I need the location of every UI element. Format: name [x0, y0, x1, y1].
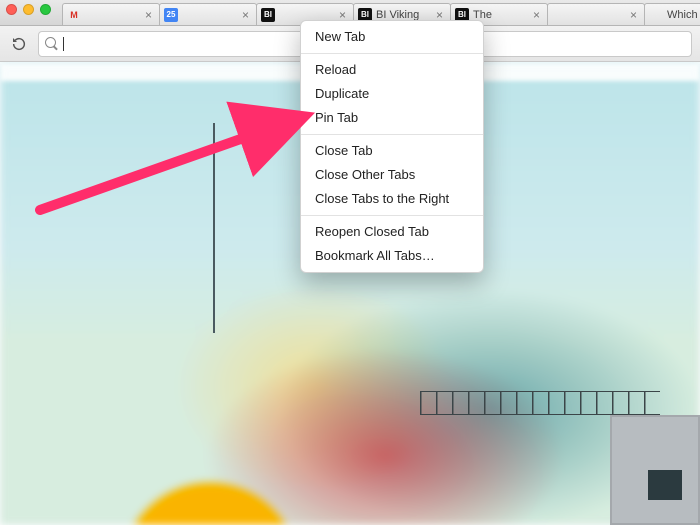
search-icon: [45, 37, 59, 51]
menu-item-pin-tab[interactable]: Pin Tab: [301, 106, 483, 130]
tab-5[interactable]: ×: [547, 3, 645, 25]
reload-button[interactable]: [8, 33, 30, 55]
traffic-zoom-icon[interactable]: [40, 4, 51, 15]
tab-context-menu: New Tab Reload Duplicate Pin Tab Close T…: [300, 20, 484, 273]
menu-separator: [301, 53, 483, 54]
gmail-icon: M: [67, 8, 81, 22]
menu-item-bookmark-all[interactable]: Bookmark All Tabs…: [301, 244, 483, 268]
reload-icon: [11, 36, 27, 52]
tab-title: The: [473, 9, 531, 21]
page-icon: [552, 8, 566, 22]
bi-icon: BI: [261, 8, 275, 22]
traffic-minimize-icon[interactable]: [23, 4, 34, 15]
menu-item-duplicate[interactable]: Duplicate: [301, 82, 483, 106]
tab-which-a[interactable]: Which a ×: [644, 3, 700, 25]
menu-item-close-others[interactable]: Close Other Tabs: [301, 163, 483, 187]
tab-calendar[interactable]: 25 ×: [159, 3, 257, 25]
close-icon[interactable]: ×: [145, 8, 155, 22]
traffic-close-icon[interactable]: [6, 4, 17, 15]
menu-item-close-right[interactable]: Close Tabs to the Right: [301, 187, 483, 211]
menu-item-new-tab[interactable]: New Tab: [301, 25, 483, 49]
close-icon[interactable]: ×: [630, 8, 640, 22]
menu-separator: [301, 134, 483, 135]
close-icon[interactable]: ×: [242, 8, 252, 22]
page-icon: [649, 8, 663, 22]
close-icon[interactable]: ×: [533, 8, 543, 22]
menu-separator: [301, 215, 483, 216]
menu-item-close-tab[interactable]: Close Tab: [301, 139, 483, 163]
tab-title: BI Viking: [376, 9, 434, 21]
menu-item-reopen-closed[interactable]: Reopen Closed Tab: [301, 220, 483, 244]
calendar-icon: 25: [164, 8, 178, 22]
tab-gmail[interactable]: M ×: [62, 3, 160, 25]
window-controls: [6, 4, 51, 15]
tab-title: Which a: [667, 9, 700, 21]
menu-item-reload[interactable]: Reload: [301, 58, 483, 82]
